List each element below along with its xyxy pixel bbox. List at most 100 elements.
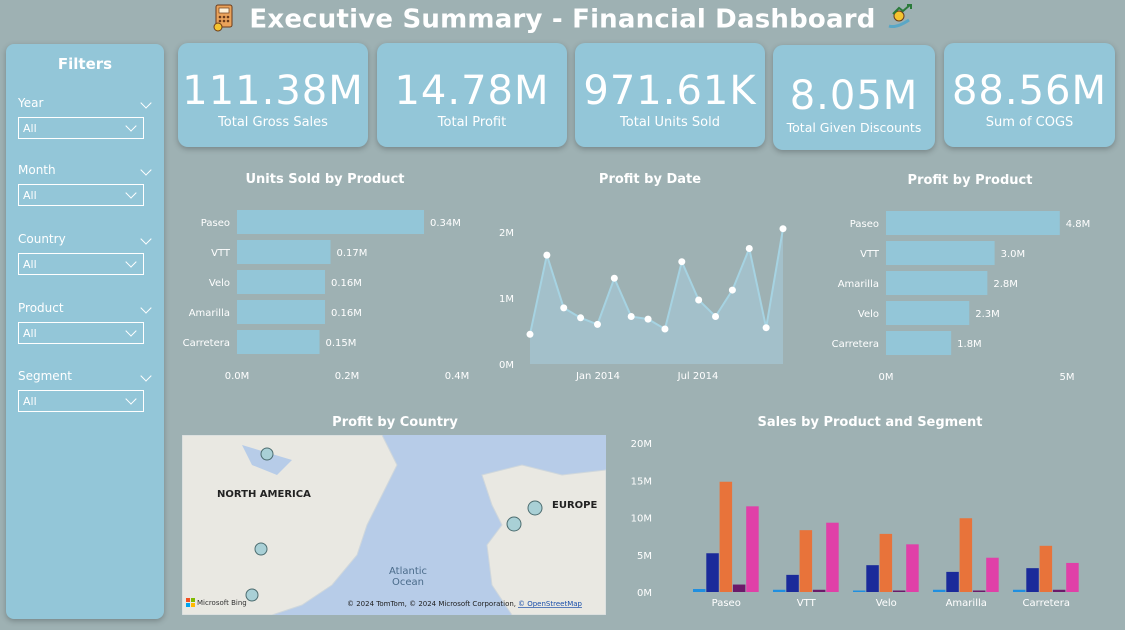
units-chart-bar[interactable] [237, 300, 325, 324]
units-chart-value-label: 0.34M [430, 218, 461, 229]
filter-segment: Segment All [18, 369, 152, 412]
profit-by-product-chart: Paseo 4.8M VTT 3.0M Amarilla 2.8M Velo 2.3M Carr… [832, 211, 1091, 383]
filter-month-label: Month [18, 163, 56, 177]
profit-point[interactable] [610, 274, 618, 282]
country-dropdown[interactable]: All [18, 253, 144, 275]
date-chart-y-tick: 0M [499, 360, 514, 371]
segment-bar[interactable] [853, 590, 866, 592]
segment-bar[interactable] [706, 553, 719, 592]
profit-product-chart-value-label: 4.8M [1066, 219, 1091, 230]
map-label-ocean: Ocean [392, 577, 424, 588]
units-chart-value-label: 0.17M [337, 248, 368, 259]
profit-product-chart-bar[interactable] [886, 211, 1060, 235]
profit-point[interactable] [779, 225, 787, 233]
segment-bar[interactable] [906, 544, 919, 592]
segment-bar[interactable] [1013, 589, 1026, 592]
segment-bar[interactable] [972, 590, 986, 592]
profit-point[interactable] [577, 314, 585, 322]
profit-point[interactable] [543, 251, 551, 259]
profit-product-chart-category-label: Velo [858, 309, 879, 320]
profit-point[interactable] [661, 325, 669, 333]
profit-point[interactable] [593, 320, 601, 328]
profit-point[interactable] [678, 258, 686, 266]
kpi-card-profit[interactable]: 14.78M Total Profit [377, 43, 567, 147]
kpi-card-units-sold[interactable]: 971.61K Total Units Sold [575, 43, 765, 147]
map-bubble[interactable] [506, 516, 522, 532]
units-by-product-title: Units Sold by Product [245, 172, 405, 187]
units-chart-bar[interactable] [237, 270, 325, 294]
segment-bar[interactable] [773, 589, 786, 592]
filter-year: Year All [18, 96, 152, 139]
profit-point[interactable] [745, 245, 753, 252]
month-dropdown[interactable]: All [18, 184, 144, 206]
chevron-down-icon[interactable] [140, 302, 152, 314]
segment-bar[interactable] [892, 590, 906, 592]
units-chart-bar[interactable] [237, 240, 331, 264]
profit-point[interactable] [712, 312, 720, 320]
kpi-label: Total Profit [437, 115, 507, 130]
kpi-label: Sum of COGS [985, 115, 1074, 130]
segment-bar[interactable] [1026, 568, 1039, 592]
profit-point[interactable] [526, 330, 534, 338]
profit-point[interactable] [762, 324, 770, 332]
profit-product-chart-category-label: VTT [860, 249, 880, 260]
openstreetmap-link[interactable]: © OpenStreetMap [518, 600, 583, 608]
profit-point[interactable] [627, 312, 635, 320]
chevron-down-icon[interactable] [140, 164, 152, 176]
profit-by-country-map[interactable]: NORTH AMERICA EUROPE Atlantic Ocean Micr… [182, 435, 606, 615]
map-bubble[interactable] [527, 500, 543, 516]
segment-bar[interactable] [986, 557, 999, 592]
segment-bar[interactable] [1052, 589, 1066, 592]
units-chart-bar[interactable] [237, 330, 320, 354]
profit-point[interactable] [695, 296, 703, 304]
segment-bar[interactable] [946, 571, 959, 592]
segment-bar[interactable] [879, 533, 893, 592]
kpi-card-gross-sales[interactable]: 111.38M Total Gross Sales [178, 43, 368, 147]
map-bubble[interactable] [254, 542, 268, 556]
chevron-down-icon[interactable] [140, 97, 152, 109]
profit-product-chart-bar[interactable] [886, 331, 952, 355]
map-bubble[interactable] [245, 588, 259, 602]
chevron-down-icon[interactable] [140, 233, 152, 245]
segment-bar[interactable] [693, 589, 706, 592]
profit-point[interactable] [560, 304, 568, 312]
segment-bar[interactable] [812, 589, 826, 592]
segment-bar[interactable] [1066, 562, 1079, 592]
profit-product-chart-bar[interactable] [886, 241, 995, 265]
segment-chart-category-label: Amarilla [946, 598, 987, 609]
segment-bar[interactable] [719, 481, 733, 592]
segment-dropdown[interactable]: All [18, 390, 144, 412]
product-dropdown[interactable]: All [18, 322, 144, 344]
country-dropdown-value: All [23, 258, 37, 271]
filter-country: Country All [18, 232, 152, 275]
filter-product: Product All [18, 301, 152, 344]
kpi-value: 971.61K [583, 68, 757, 114]
units-chart-bar[interactable] [237, 210, 424, 234]
map-bubble[interactable] [260, 447, 274, 461]
profit-by-date-chart: 0M 1M 2M Jan 2014 Jul 2014 [499, 225, 787, 382]
profit-product-chart-bar[interactable] [886, 301, 970, 325]
profit-product-chart-bar[interactable] [886, 271, 988, 295]
chevron-down-icon[interactable] [140, 370, 152, 382]
segment-bar[interactable] [826, 522, 839, 592]
year-dropdown[interactable]: All [18, 117, 144, 139]
units-chart-value-label: 0.15M [326, 338, 357, 349]
profit-by-date-title: Profit by Date [598, 172, 702, 187]
units-chart-category-label: Velo [209, 278, 230, 289]
units-chart-value-label: 0.16M [331, 308, 362, 319]
kpi-value: 111.38M [182, 68, 364, 114]
segment-bar[interactable] [799, 530, 813, 592]
segment-chart-category-label: Carretera [1023, 598, 1070, 609]
chevron-down-icon [125, 393, 137, 405]
segment-bar[interactable] [866, 565, 879, 592]
segment-bar[interactable] [732, 584, 746, 592]
segment-bar[interactable] [959, 518, 973, 592]
kpi-card-discounts[interactable]: 8.05M Total Given Discounts [773, 45, 935, 150]
segment-bar[interactable] [786, 574, 799, 592]
profit-point[interactable] [728, 286, 736, 294]
segment-bar[interactable] [933, 589, 946, 592]
segment-bar[interactable] [746, 506, 759, 592]
segment-bar[interactable] [1039, 545, 1053, 592]
profit-point[interactable] [644, 315, 652, 323]
kpi-card-cogs[interactable]: 88.56M Sum of COGS [944, 43, 1115, 147]
